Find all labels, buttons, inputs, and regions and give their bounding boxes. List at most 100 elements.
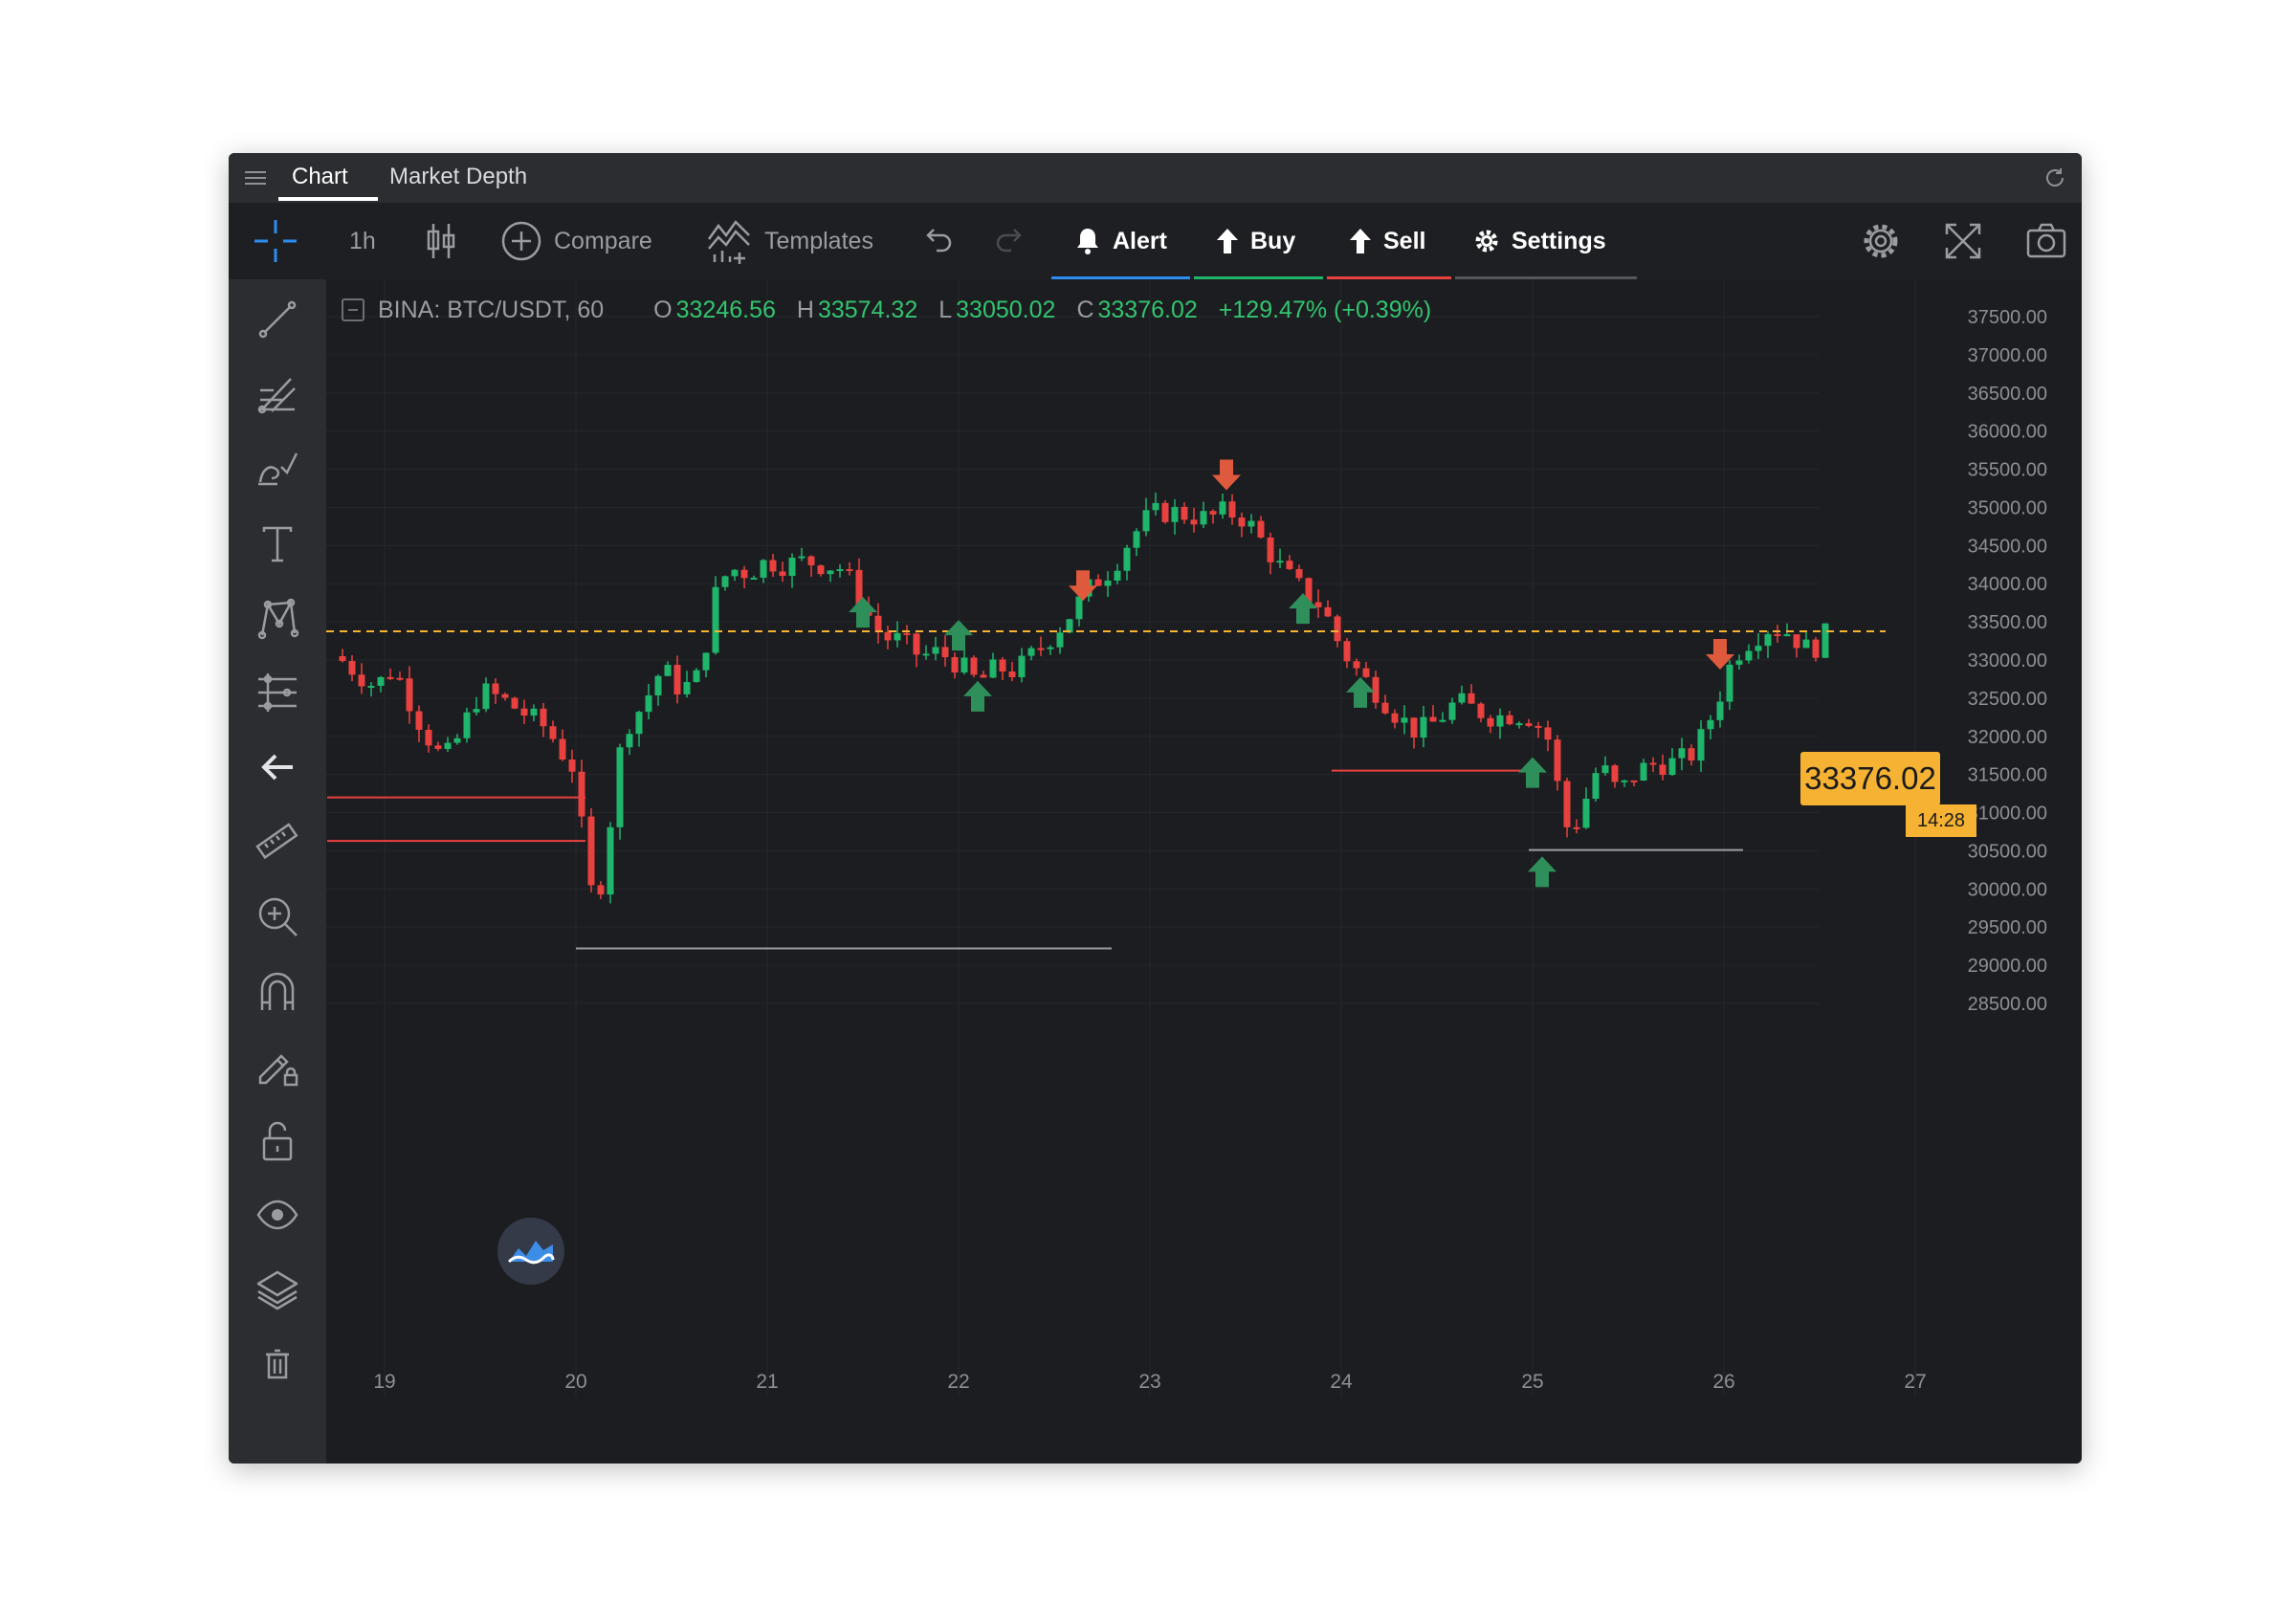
open-label: O <box>653 296 673 323</box>
candle-down <box>1353 661 1360 669</box>
fib-tool-icon[interactable] <box>254 371 300 417</box>
candle-up <box>731 569 739 577</box>
buy-marker-arrow <box>963 680 992 712</box>
y-tick-label: 29500.00 <box>1968 917 2047 938</box>
magnet-icon[interactable] <box>254 968 300 1014</box>
redo-button[interactable] <box>994 203 1028 279</box>
candle-up <box>1678 748 1686 759</box>
candle-up <box>654 675 662 696</box>
x-tick-label: 20 <box>564 1371 586 1393</box>
candle-down <box>1506 715 1513 725</box>
candle-down <box>807 556 815 566</box>
unlock-icon[interactable] <box>254 1117 300 1163</box>
screenshot-button[interactable] <box>2025 203 2067 279</box>
candle-down <box>941 647 949 658</box>
refresh-icon[interactable] <box>2042 165 2068 191</box>
chart-area[interactable]: 37500.00 37000.00 36500.00 36000.00 35500.00… <box>326 279 2082 1464</box>
settings-label: Settings <box>1512 227 1606 254</box>
candle-up <box>1075 596 1083 620</box>
y-tick-label: 37000.00 <box>1968 345 2047 366</box>
candle-down <box>1037 648 1045 650</box>
arrow-left-icon[interactable] <box>254 744 300 790</box>
chart-type-button[interactable] <box>424 203 458 279</box>
candle-up <box>1755 646 1762 651</box>
candle-up <box>616 747 624 827</box>
settings-button[interactable]: Settings <box>1473 203 1606 279</box>
candle-up <box>932 647 939 654</box>
chart-settings-button[interactable] <box>1860 203 1902 279</box>
candle-down <box>769 560 777 572</box>
text-icon[interactable] <box>254 520 300 566</box>
brand-logo[interactable] <box>497 1218 564 1285</box>
low-label: L <box>938 296 953 323</box>
candle-down <box>1477 703 1485 718</box>
y-tick-label: 34000.00 <box>1968 574 2047 595</box>
candle-down <box>501 693 509 698</box>
templates-button[interactable]: Templates <box>707 203 873 279</box>
candle-down <box>511 697 519 709</box>
candle-down <box>779 571 786 577</box>
sell-button[interactable]: Sell <box>1349 203 1425 279</box>
buy-marker-arrow <box>849 597 877 628</box>
measure-lines-icon[interactable] <box>254 670 300 715</box>
zoom-in-icon[interactable] <box>254 893 300 939</box>
undo-button[interactable] <box>919 203 954 279</box>
candle-down <box>1190 519 1198 525</box>
candle-down <box>1573 826 1580 829</box>
alert-label: Alert <box>1113 227 1167 254</box>
compare-label: Compare <box>554 227 652 254</box>
alert-button[interactable]: Alert <box>1074 203 1167 279</box>
gear-icon <box>1475 230 1498 253</box>
buy-button[interactable]: Buy <box>1216 203 1295 279</box>
candle-down <box>999 659 1006 672</box>
camera-icon <box>2026 223 2066 258</box>
crosshair-button[interactable] <box>253 203 298 279</box>
candle-up <box>1592 773 1600 800</box>
buy-marker-arrow <box>1518 757 1547 788</box>
y-tick-label: 37500.00 <box>1968 307 2047 328</box>
candle-up <box>1821 623 1829 658</box>
trend-line-icon[interactable] <box>254 297 300 342</box>
tab-chart[interactable]: Chart <box>292 164 348 190</box>
sell-label: Sell <box>1383 227 1426 254</box>
compare-button[interactable]: Compare <box>500 203 652 279</box>
ohlc-legend: BINA: BTC/USDT, 60 O 33246.56 H 33574.32… <box>342 295 1431 325</box>
candle-down <box>1362 668 1370 677</box>
brush-icon[interactable] <box>254 446 300 492</box>
candle-down <box>913 633 920 655</box>
tab-market-depth[interactable]: Market Depth <box>389 164 527 190</box>
fullscreen-button[interactable] <box>1943 203 1983 279</box>
trash-icon[interactable] <box>254 1341 300 1387</box>
candle-down <box>884 631 892 641</box>
candle-down <box>1238 517 1246 527</box>
interval-selector[interactable]: 1h <box>349 203 376 279</box>
trading-chart-window: Chart Market Depth 1h Compare Templates … <box>229 153 2082 1464</box>
candle-up <box>1707 719 1714 730</box>
y-tick-label: 32500.00 <box>1968 689 2047 710</box>
candle-up <box>1133 531 1140 548</box>
lock-draw-icon[interactable] <box>254 1043 300 1089</box>
pattern-icon[interactable] <box>254 595 300 641</box>
candle-down <box>1286 561 1293 569</box>
ruler-icon[interactable] <box>254 819 300 865</box>
candlestick-chart[interactable]: 37500.00 37000.00 36500.00 36000.00 35500.00… <box>326 279 2082 1464</box>
candle-up <box>1697 729 1705 761</box>
menu-icon[interactable] <box>242 165 269 191</box>
candle-down <box>434 745 442 749</box>
candle-up <box>1027 648 1035 656</box>
collapse-legend-icon[interactable] <box>342 298 364 321</box>
candle-up <box>1152 502 1159 511</box>
y-tick-label: 29000.00 <box>1968 956 2047 977</box>
candle-up <box>1496 715 1504 727</box>
candle-down <box>673 665 681 694</box>
eye-icon[interactable] <box>254 1192 300 1238</box>
candle-down <box>348 661 356 675</box>
candle-up <box>530 708 538 716</box>
buy-marker-arrow <box>944 620 973 651</box>
low-value: 33050.02 <box>956 296 1056 323</box>
candle-up <box>683 682 691 694</box>
candle-down <box>1630 780 1638 782</box>
layers-icon[interactable] <box>254 1266 300 1312</box>
candle-down <box>386 676 394 679</box>
candle-up <box>1104 580 1112 586</box>
